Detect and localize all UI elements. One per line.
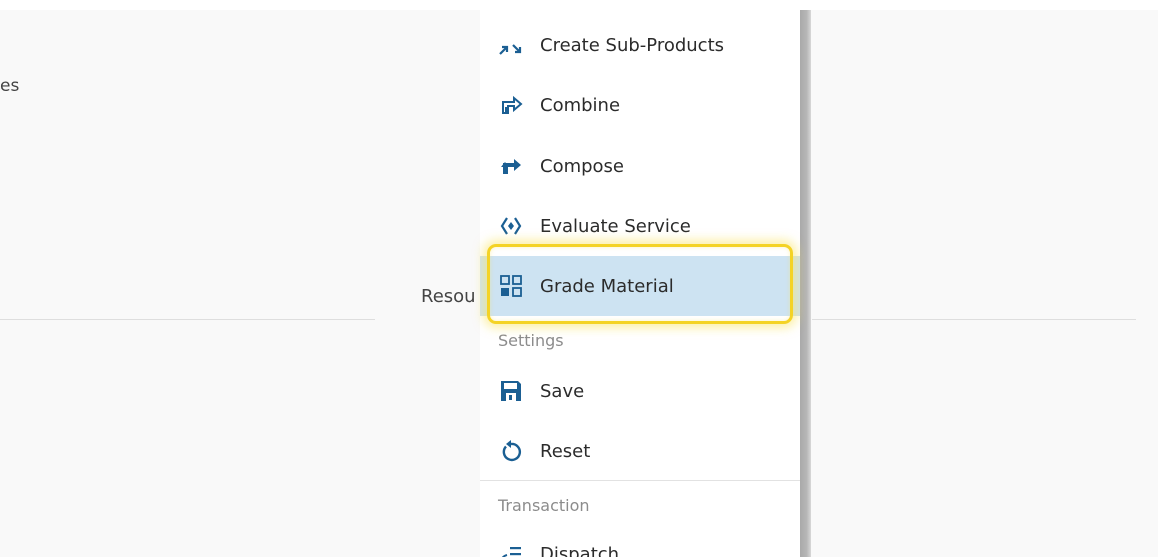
save-icon (499, 379, 523, 403)
section-header-settings: Settings (498, 331, 564, 350)
menu-item-combine[interactable]: Combine (480, 75, 800, 135)
arrows-collapse-icon (499, 33, 523, 57)
combine-icon (499, 93, 523, 117)
menu-item-dispatch[interactable]: Dispatch (480, 524, 800, 557)
menu-divider (480, 480, 800, 481)
reset-icon (499, 439, 523, 463)
background-section-label: Resou (421, 286, 476, 307)
menu-item-label: Compose (540, 155, 625, 177)
background-divider-left (0, 319, 375, 320)
section-header-transaction: Transaction (498, 496, 590, 515)
dispatch-icon (499, 542, 523, 557)
context-menu: Create Sub-Products Combine Compose Eval… (480, 10, 800, 557)
menu-item-label: Combine (540, 94, 621, 116)
menu-item-label: Dispatch (540, 543, 620, 557)
background-text-fragment: es (0, 76, 20, 96)
menu-item-create-sub-products[interactable]: Create Sub-Products (480, 15, 800, 75)
menu-item-label: Evaluate Service (540, 215, 691, 237)
menu-scrollbar[interactable] (800, 10, 811, 557)
menu-item-label: Create Sub-Products (540, 34, 725, 56)
menu-item-label: Reset (540, 440, 591, 462)
menu-item-save[interactable]: Save (480, 361, 800, 421)
evaluate-icon (499, 214, 523, 238)
menu-item-evaluate-service[interactable]: Evaluate Service (480, 196, 800, 256)
menu-item-compose[interactable]: Compose (480, 136, 800, 196)
menu-item-label: Save (540, 380, 585, 402)
menu-item-reset[interactable]: Reset (480, 421, 800, 481)
background-divider-right (812, 319, 1136, 320)
compose-icon (499, 154, 523, 178)
menu-item-label: Grade Material (540, 275, 674, 297)
menu-item-grade-material[interactable]: Grade Material (480, 256, 800, 316)
grade-grid-icon (499, 274, 523, 298)
